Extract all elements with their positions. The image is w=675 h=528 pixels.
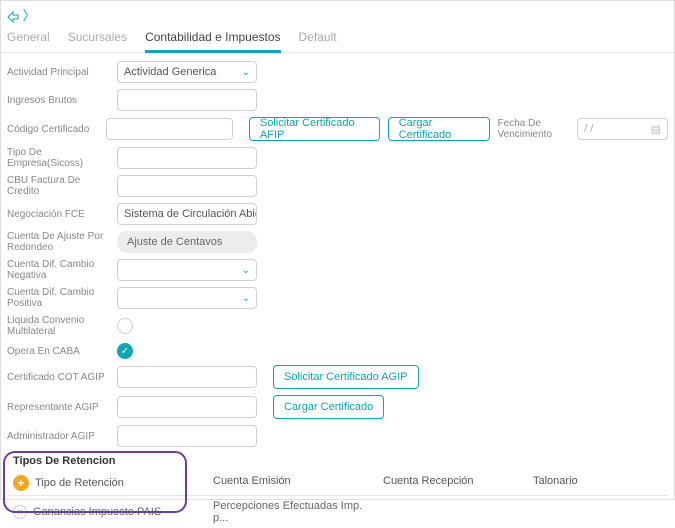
label-repr-agip: Representante AGIP [7,402,109,413]
label-liquida-convenio: Liquida Convenio Multilateral [7,315,109,337]
radio-liquida-convenio[interactable] [117,318,133,334]
cell-recepcion [377,496,527,528]
cell-tipo: Ganancias Impuesto PAIS [33,506,161,518]
col-tipo: Tipo de Retención [35,477,124,489]
delete-icon[interactable]: ✕ [13,505,27,519]
tab-general[interactable]: General [7,26,50,52]
label-cbu: CBU Factura De Credito [7,175,109,197]
tab-bar: General Sucursales Contabilidad e Impues… [1,26,674,53]
select-cuenta-pos[interactable]: ⌄ [117,287,257,309]
col-talonario: Talonario [527,471,668,495]
col-recepcion: Cuenta Recepción [377,471,527,495]
label-tipo-empresa: Tipo De Empresa(Sicoss) [7,147,109,169]
breadcrumb-sep-icon: 〉 [23,8,36,23]
input-neg-fce[interactable]: Sistema de Circulación Abierta [117,203,257,225]
input-repr-agip[interactable] [117,396,257,418]
solicitar-agip-button[interactable]: Solicitar Certificado AGIP [273,365,419,389]
input-tipo-empresa[interactable] [117,147,257,169]
label-fecha-venc: Fecha De Vencimiento [498,118,570,140]
breadcrumb: 〉 [1,1,674,26]
form-body: Actividad Principal Actividad Generica ⌄… [1,53,674,447]
label-cert-cot: Certificado COT AGIP [7,372,109,383]
col-emision: Cuenta Emisión [207,471,377,495]
cargar-cert-button[interactable]: Cargar Certificado [388,117,490,141]
input-cbu[interactable] [117,175,257,197]
add-icon[interactable]: + [13,475,29,491]
chevron-down-icon: ⌄ [242,67,250,78]
select-actividad[interactable]: Actividad Generica ⌄ [117,61,257,83]
label-opera-caba: Opera En CABA [7,346,109,357]
back-icon[interactable] [7,8,23,23]
retencion-header-row: + Tipo de Retención Cuenta Emisión Cuent… [7,471,668,495]
label-cuenta-ajuste: Cuenta De Ajuste Por Redondeo [7,231,109,253]
input-admin-agip[interactable] [117,425,257,447]
retencion-section: Tipos De Retencion + Tipo de Retención C… [1,453,674,528]
input-codigo-cert[interactable] [106,118,233,140]
cell-talonario [527,496,668,528]
cell-emision: Percepciones Efectuadas Imp. p... [207,496,377,528]
cargar-cert2-button[interactable]: Cargar Certificado [273,395,384,419]
tab-contabilidad[interactable]: Contabilidad e Impuestos [145,26,280,53]
label-cuenta-neg: Cuenta Dif. Cambio Negativa [7,259,109,281]
tab-sucursales[interactable]: Sucursales [68,26,127,52]
label-codigo-cert: Código Certificado [7,124,98,135]
check-opera-caba[interactable]: ✓ [117,343,133,359]
input-ingresos[interactable] [117,89,257,111]
input-cert-cot[interactable] [117,366,257,388]
label-neg-fce: Negociación FCE [7,209,109,220]
chevron-down-icon: ⌄ [242,265,250,276]
pill-cuenta-ajuste: Ajuste de Centavos [117,231,257,253]
input-fecha-venc[interactable]: / / ▤ [577,118,668,140]
chevron-down-icon: ⌄ [242,293,250,304]
label-actividad: Actividad Principal [7,67,109,78]
label-cuenta-pos: Cuenta Dif. Cambio Positiva [7,287,109,309]
calendar-icon: ▤ [651,123,661,136]
solicitar-afip-button[interactable]: Solicitar Certificado AFIP [249,117,380,141]
tab-default[interactable]: Default [299,26,337,52]
label-ingresos: Ingresos Brutos [7,95,109,106]
retencion-title: Tipos De Retencion [7,453,668,469]
label-admin-agip: Administrador AGIP [7,431,109,442]
select-cuenta-neg[interactable]: ⌄ [117,259,257,281]
